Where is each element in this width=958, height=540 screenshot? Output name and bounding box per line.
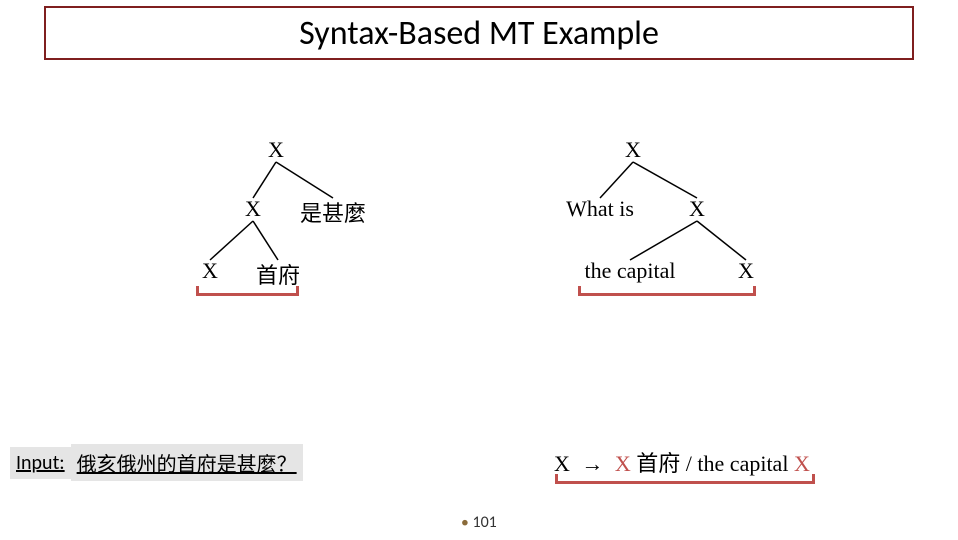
rule-slash: / bbox=[686, 451, 692, 476]
rule-lhs: X bbox=[554, 451, 570, 476]
left-tree-l1-a: X bbox=[245, 196, 261, 222]
input-text: 俄亥俄州的首府是甚麼？ bbox=[71, 444, 303, 481]
slide-title: Syntax-Based MT Example bbox=[299, 13, 659, 54]
bracket-left bbox=[196, 286, 299, 296]
bracket-right bbox=[578, 286, 756, 296]
right-tree-l2-a: the capital bbox=[584, 258, 675, 284]
page-number-value: 101 bbox=[472, 513, 496, 532]
left-tree-l2-a: X bbox=[202, 258, 218, 284]
rule-zh: 首府 bbox=[636, 451, 680, 476]
right-tree-l2-b: X bbox=[738, 258, 754, 284]
right-tree-l1-a: What is bbox=[566, 196, 634, 222]
left-tree-l1-b: 是甚麼 bbox=[300, 196, 366, 228]
rule-x2: X bbox=[794, 451, 810, 476]
bullet-icon: ● bbox=[461, 516, 472, 530]
right-tree-root: X bbox=[625, 137, 641, 163]
bracket-rule bbox=[555, 474, 815, 484]
rule-x1: X bbox=[615, 451, 631, 476]
input-row: Input: 俄亥俄州的首府是甚麼？ bbox=[10, 444, 303, 481]
title-box: Syntax-Based MT Example bbox=[44, 6, 914, 60]
page-number: ●101 bbox=[461, 513, 497, 532]
rule-en: the capital bbox=[697, 451, 788, 476]
left-tree-root: X bbox=[268, 137, 284, 163]
right-tree-l1-b: X bbox=[689, 196, 705, 222]
slide-stage: Syntax-Based MT Example X X 是甚麼 X 首府 X W… bbox=[0, 0, 958, 540]
input-label: Input: bbox=[10, 447, 71, 479]
